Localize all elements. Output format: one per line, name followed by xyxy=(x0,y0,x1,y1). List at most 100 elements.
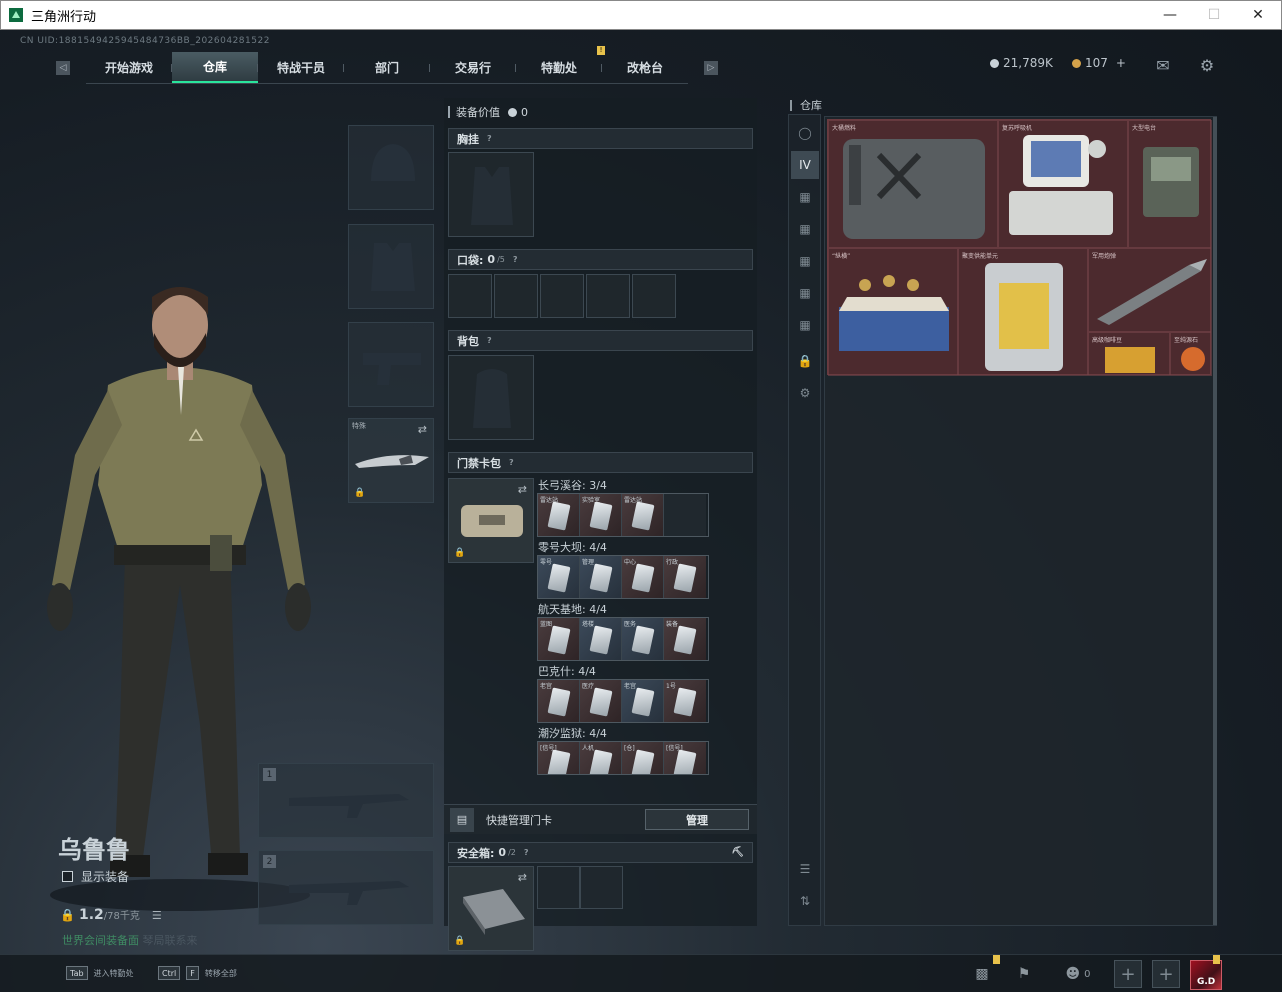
add-ticket-icon[interactable]: + xyxy=(1116,56,1126,70)
keycard-item[interactable]: 管理 xyxy=(580,556,622,598)
close-button[interactable]: ✕ xyxy=(1235,1,1281,29)
melee-slot[interactable]: 特殊 ⇄ 🔒 xyxy=(348,418,434,503)
warehouse-scrollbar[interactable] xyxy=(1213,117,1217,925)
primary-weapon-slot-1[interactable]: 1 xyxy=(258,763,434,838)
help-icon[interactable]: ? xyxy=(513,255,518,264)
pocket-slot-3[interactable] xyxy=(540,274,584,318)
warehouse-item[interactable]: 大桶燃料 xyxy=(828,120,998,248)
flag-icon[interactable]: ⚑ xyxy=(1012,962,1036,986)
backpack-slot[interactable] xyxy=(448,355,534,440)
keycard-empty-slot[interactable] xyxy=(664,494,706,536)
warehouse-tab-rail: ◯ IV ▦ ▦ ▦ ▦ ▦ 🔒 ⚙ ☰ ⇅ xyxy=(788,114,821,926)
chest-rig-label: 胸挂 xyxy=(457,132,479,146)
tab-operators[interactable]: 特战干员 xyxy=(258,52,344,83)
safebox-cell-2[interactable] xyxy=(580,866,623,909)
keycard-item[interactable]: 医疗 xyxy=(580,680,622,722)
tab-start-game[interactable]: 开始游戏 xyxy=(86,52,172,83)
tab-warehouse[interactable]: 仓库 xyxy=(172,52,258,83)
keycard-item[interactable]: 装备 xyxy=(664,618,706,660)
warehouse-item[interactable]: 复苏呼吸机 xyxy=(998,120,1128,248)
swap-icon[interactable]: ⇄ xyxy=(518,871,527,884)
keycard-item[interactable]: 实验室 xyxy=(580,494,622,536)
tab-special-ops[interactable]: 特勤处 xyxy=(516,52,602,83)
chest-rig-slot[interactable] xyxy=(448,152,534,237)
warehouse-all-icon[interactable]: ◯ xyxy=(795,123,815,143)
stats-chart-icon[interactable]: ▩ xyxy=(970,962,994,986)
player-avatar[interactable]: G.D xyxy=(1190,960,1222,990)
pin-icon[interactable]: ⛏ xyxy=(731,847,744,858)
pocket-slot-1[interactable] xyxy=(448,274,492,318)
add-teammate-button-1[interactable]: + xyxy=(1114,960,1142,988)
keycard-item[interactable]: 雷达站 xyxy=(538,494,580,536)
keycard-icon xyxy=(547,625,571,655)
list-icon[interactable]: ☰ xyxy=(152,909,162,922)
keycard-item[interactable]: 塔楼 xyxy=(580,618,622,660)
swap-icon[interactable]: ⇄ xyxy=(418,423,427,436)
help-icon[interactable]: ? xyxy=(487,336,492,345)
armor-slot[interactable] xyxy=(348,224,434,309)
safebox-slot[interactable]: ⇄ 🔒 xyxy=(448,866,534,951)
swap-icon[interactable]: ⇄ xyxy=(518,483,527,496)
pistol-slot[interactable] xyxy=(348,322,434,407)
keycard-item[interactable]: 老宫 xyxy=(622,680,664,722)
warehouse-item[interactable]: 大型电台 xyxy=(1128,120,1212,248)
help-icon[interactable]: ? xyxy=(524,848,529,857)
help-icon[interactable]: ? xyxy=(509,458,514,467)
keycard-item[interactable]: 老宫 xyxy=(538,680,580,722)
warehouse-page-icon[interactable]: ▦ xyxy=(795,187,815,207)
keycard-item[interactable]: 1号 xyxy=(664,680,706,722)
tab-department[interactable]: 部门 xyxy=(344,52,430,83)
keycard-item[interactable]: 医务 xyxy=(622,618,664,660)
show-equipment-toggle[interactable]: 显示装备 xyxy=(62,868,129,885)
enter-special-ops-hint[interactable]: Tab 进入特勤处 xyxy=(66,966,134,980)
keycard-item[interactable]: 雷达站 xyxy=(622,494,664,536)
warehouse-item[interactable]: 高级咖啡豆 xyxy=(1088,332,1170,376)
settings-gear-icon[interactable]: ⚙ xyxy=(795,383,815,403)
warehouse-page-4-tab[interactable]: IV xyxy=(791,151,819,179)
sort-icon[interactable]: ⇅ xyxy=(795,891,815,911)
transfer-all-hint[interactable]: Ctrl F 转移全部 xyxy=(158,966,237,980)
keycard-item[interactable]: [仓] xyxy=(622,742,664,774)
mail-icon[interactable]: ✉ xyxy=(1154,56,1172,75)
keycard-item[interactable]: 零号 xyxy=(538,556,580,598)
add-teammate-button-2[interactable]: + xyxy=(1152,960,1180,988)
coin-balance[interactable]: 21,789K xyxy=(990,56,1053,70)
keycard-item[interactable]: 蓝图 xyxy=(538,618,580,660)
warehouse-page-icon[interactable]: ▦ xyxy=(795,219,815,239)
lock-icon[interactable]: 🔒 xyxy=(795,351,815,371)
keycard-case-slot[interactable]: ⇄ 🔒 xyxy=(448,478,534,563)
keycard-item[interactable]: 人机 xyxy=(580,742,622,774)
helmet-slot[interactable] xyxy=(348,125,434,210)
warehouse-item[interactable]: 聚变供能单元 xyxy=(958,248,1088,376)
nav-left-key-icon[interactable]: ◁ xyxy=(56,61,70,75)
keycard-item[interactable]: [信号] xyxy=(538,742,580,774)
ticket-balance[interactable]: 107 + xyxy=(1072,56,1126,70)
pocket-slot-5[interactable] xyxy=(632,274,676,318)
pocket-slot-2[interactable] xyxy=(494,274,538,318)
maximize-button[interactable]: ☐ xyxy=(1191,1,1237,29)
tab-trading[interactable]: 交易行 xyxy=(430,52,516,83)
keycard-item[interactable]: 中心 xyxy=(622,556,664,598)
keycard-item[interactable]: 行政 xyxy=(664,556,706,598)
safebox-cell-1[interactable] xyxy=(537,866,580,909)
settings-gear-icon[interactable]: ⚙ xyxy=(1198,56,1216,75)
friends-icon[interactable]: ☻ 0 xyxy=(1060,962,1096,986)
pocket-slot-4[interactable] xyxy=(586,274,630,318)
show-equipment-checkbox[interactable] xyxy=(62,871,73,882)
keycard-group-row: 零号 管理 中心 行政 xyxy=(537,555,709,599)
layers-icon[interactable]: ☰ xyxy=(795,859,815,879)
warehouse-item[interactable]: 军用炮弹 xyxy=(1088,248,1212,332)
primary-weapon-slot-2[interactable]: 2 xyxy=(258,850,434,925)
keycard-label: 老宫 xyxy=(624,683,637,690)
warehouse-page-icon[interactable]: ▦ xyxy=(795,251,815,271)
warehouse-item[interactable]: “纵横” xyxy=(828,248,958,376)
warehouse-page-icon[interactable]: ▦ xyxy=(795,315,815,335)
help-icon[interactable]: ? xyxy=(487,134,492,143)
warehouse-page-icon[interactable]: ▦ xyxy=(795,283,815,303)
tab-gunsmith[interactable]: 改枪台 xyxy=(602,52,688,83)
keycard-item[interactable]: [信号] xyxy=(664,742,706,774)
manage-button[interactable]: 管理 xyxy=(645,809,749,830)
nav-right-key-icon[interactable]: ▷ xyxy=(704,61,718,75)
warehouse-item[interactable]: 至纯源石 xyxy=(1170,332,1212,376)
minimize-button[interactable]: — xyxy=(1147,1,1193,29)
